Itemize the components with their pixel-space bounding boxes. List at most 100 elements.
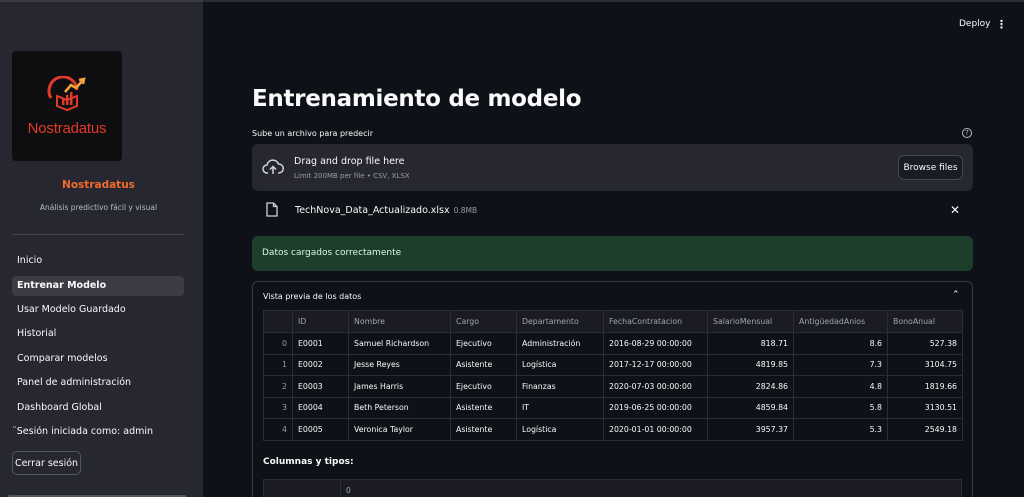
nav-item-entrenar-modelo[interactable]: Entrenar Modelo [12,276,184,296]
nav-item-dashboard-global[interactable]: Dashboard Global [12,398,184,418]
column-header[interactable]: FechaContratacion [603,310,708,333]
row-index: 1 [263,353,293,376]
deploy-button[interactable]: Deploy [959,19,991,29]
table-cell[interactable]: E0003 [292,375,349,398]
browse-files-button[interactable]: Browse files [898,155,963,180]
table-cell[interactable]: 1819.66 [887,375,963,398]
table-row: 1 E0002 Jesse Reyes Asistente Logística … [263,353,963,376]
table-cell[interactable]: Asistente [450,418,517,441]
table-cell[interactable]: 818.71 [707,332,794,355]
row-index: 0 [263,332,293,355]
table-cell[interactable]: E0001 [292,332,349,355]
table-cell[interactable]: Asistente [450,353,517,376]
table-cell[interactable]: 3957.37 [707,418,794,441]
column-divider [340,480,341,497]
table-row: 0 E0001 Samuel Richardson Ejecutivo Admi… [263,332,963,355]
table-cell[interactable]: James Harris [348,375,451,398]
row-index: 4 [263,418,293,441]
data-preview-expander: Vista previa de los datos ⌃ ID Nombre Ca… [252,281,973,497]
table-cell[interactable]: 5.3 [793,418,888,441]
column-header[interactable]: Departamento [516,310,604,333]
cloud-upload-icon [262,159,284,174]
table-cell[interactable]: Samuel Richardson [348,332,451,355]
brand-name: Nostradatus [62,179,135,191]
column-header[interactable]: ID [292,310,349,333]
file-icon [266,202,278,217]
table-cell[interactable]: 2016-08-29 00:00:00 [603,332,708,355]
uploaded-file: TechNova_Data_Actualizado.xlsx 0.8MB ✕ [252,200,973,222]
table-cell[interactable]: 3130.51 [887,396,963,419]
file-size: 0.8MB [453,206,478,215]
column-header[interactable]: AntigüedadAnios [793,310,888,333]
table-cell[interactable]: Logística [516,353,604,376]
table-cell[interactable]: Ejecutivo [450,332,517,355]
session-info: ¨Sesión iniciada como: admin [12,426,154,437]
column-header[interactable]: BonoAnual [887,310,963,333]
table-cell[interactable]: Veronica Taylor [348,418,451,441]
sidebar: Nostradatus Nostradatus Análisis predict… [0,0,203,497]
table-cell[interactable]: 2019-06-25 00:00:00 [603,396,708,419]
table-cell[interactable]: 2017-12-17 00:00:00 [603,353,708,376]
kebab-menu-icon[interactable]: ⋮ [996,18,1007,31]
nav-item-usar-modelo-guardado[interactable]: Usar Modelo Guardado [12,300,184,320]
table-cell[interactable]: E0004 [292,396,349,419]
table-row: 4 E0005 Veronica Taylor Asistente Logíst… [263,418,963,441]
table-cell[interactable]: Beth Peterson [348,396,451,419]
page-title: Entrenamiento de modelo [252,86,582,112]
nav-item-historial[interactable]: Historial [12,324,184,344]
columns-types-table[interactable]: 0 [263,479,962,497]
data-preview-table[interactable]: ID Nombre Cargo Departamento FechaContra… [263,310,963,441]
table-cell[interactable]: 7.3 [793,353,888,376]
table-cell[interactable]: Ejecutivo [450,375,517,398]
close-icon[interactable]: ✕ [950,203,960,217]
table-cell[interactable]: 4.8 [793,375,888,398]
table-cell[interactable]: 5.8 [793,396,888,419]
table-cell[interactable]: 2020-01-01 00:00:00 [603,418,708,441]
row-index: 2 [263,375,293,398]
file-name-text: TechNova_Data_Actualizado.xlsx [295,205,450,216]
upload-label: Sube un archivo para predecir [252,129,373,138]
table-row: 3 E0004 Beth Peterson Asistente IT 2019-… [263,396,963,419]
table-header-row: ID Nombre Cargo Departamento FechaContra… [263,310,963,333]
column-header[interactable] [263,310,293,333]
table-cell[interactable]: 3104.75 [887,353,963,376]
table-cell[interactable]: Logística [516,418,604,441]
table-cell[interactable]: 4859.84 [707,396,794,419]
nav-item-panel-administracion[interactable]: Panel de administración [12,373,184,393]
table-row: 2 E0003 James Harris Ejecutivo Finanzas … [263,375,963,398]
table-cell[interactable]: 4819.85 [707,353,794,376]
table-cell[interactable]: 8.6 [793,332,888,355]
chevron-up-icon[interactable]: ⌃ [952,290,960,300]
main-content: Deploy ⋮ Entrenamiento de modelo Sube un… [203,0,1024,497]
table-cell[interactable]: IT [516,396,604,419]
dropzone-subtitle: Limit 200MB per file • CSV, XLSX [294,172,410,180]
logout-button[interactable]: Cerrar sesión [12,451,81,475]
table-cell[interactable]: Finanzas [516,375,604,398]
column-header[interactable]: Nombre [348,310,451,333]
table-cell[interactable]: Jesse Reyes [348,353,451,376]
file-dropzone[interactable]: Drag and drop file here Limit 200MB per … [252,144,973,191]
success-alert: Datos cargados correctamente [252,236,973,271]
file-name: TechNova_Data_Actualizado.xlsx 0.8MB [295,205,477,216]
column-header[interactable]: Cargo [450,310,517,333]
table-cell[interactable]: 2549.18 [887,418,963,441]
help-icon[interactable]: ? [962,128,972,138]
table-cell[interactable]: E0005 [292,418,349,441]
table-cell[interactable]: E0002 [292,353,349,376]
columns-types-title: Columnas y tipos: [263,457,354,467]
row-index: 3 [263,396,293,419]
nav-item-inicio[interactable]: Inicio [12,251,184,271]
logo-chart-icon [47,75,86,111]
nav-item-comparar-modelos[interactable]: Comparar modelos [12,349,184,369]
dropzone-title: Drag and drop file here [294,156,405,167]
logo: Nostradatus [12,51,122,161]
table-cell[interactable]: Administración [516,332,604,355]
table-cell[interactable]: 2020-07-03 00:00:00 [603,375,708,398]
table-cell[interactable]: Asistente [450,396,517,419]
table-cell[interactable]: 2824.86 [707,375,794,398]
column-header[interactable]: 0 [346,486,351,495]
table-cell[interactable]: 527.38 [887,332,963,355]
column-header[interactable]: SalarioMensual [707,310,794,333]
logo-text: Nostradatus [27,119,107,137]
expander-title[interactable]: Vista previa de los datos [263,292,361,301]
